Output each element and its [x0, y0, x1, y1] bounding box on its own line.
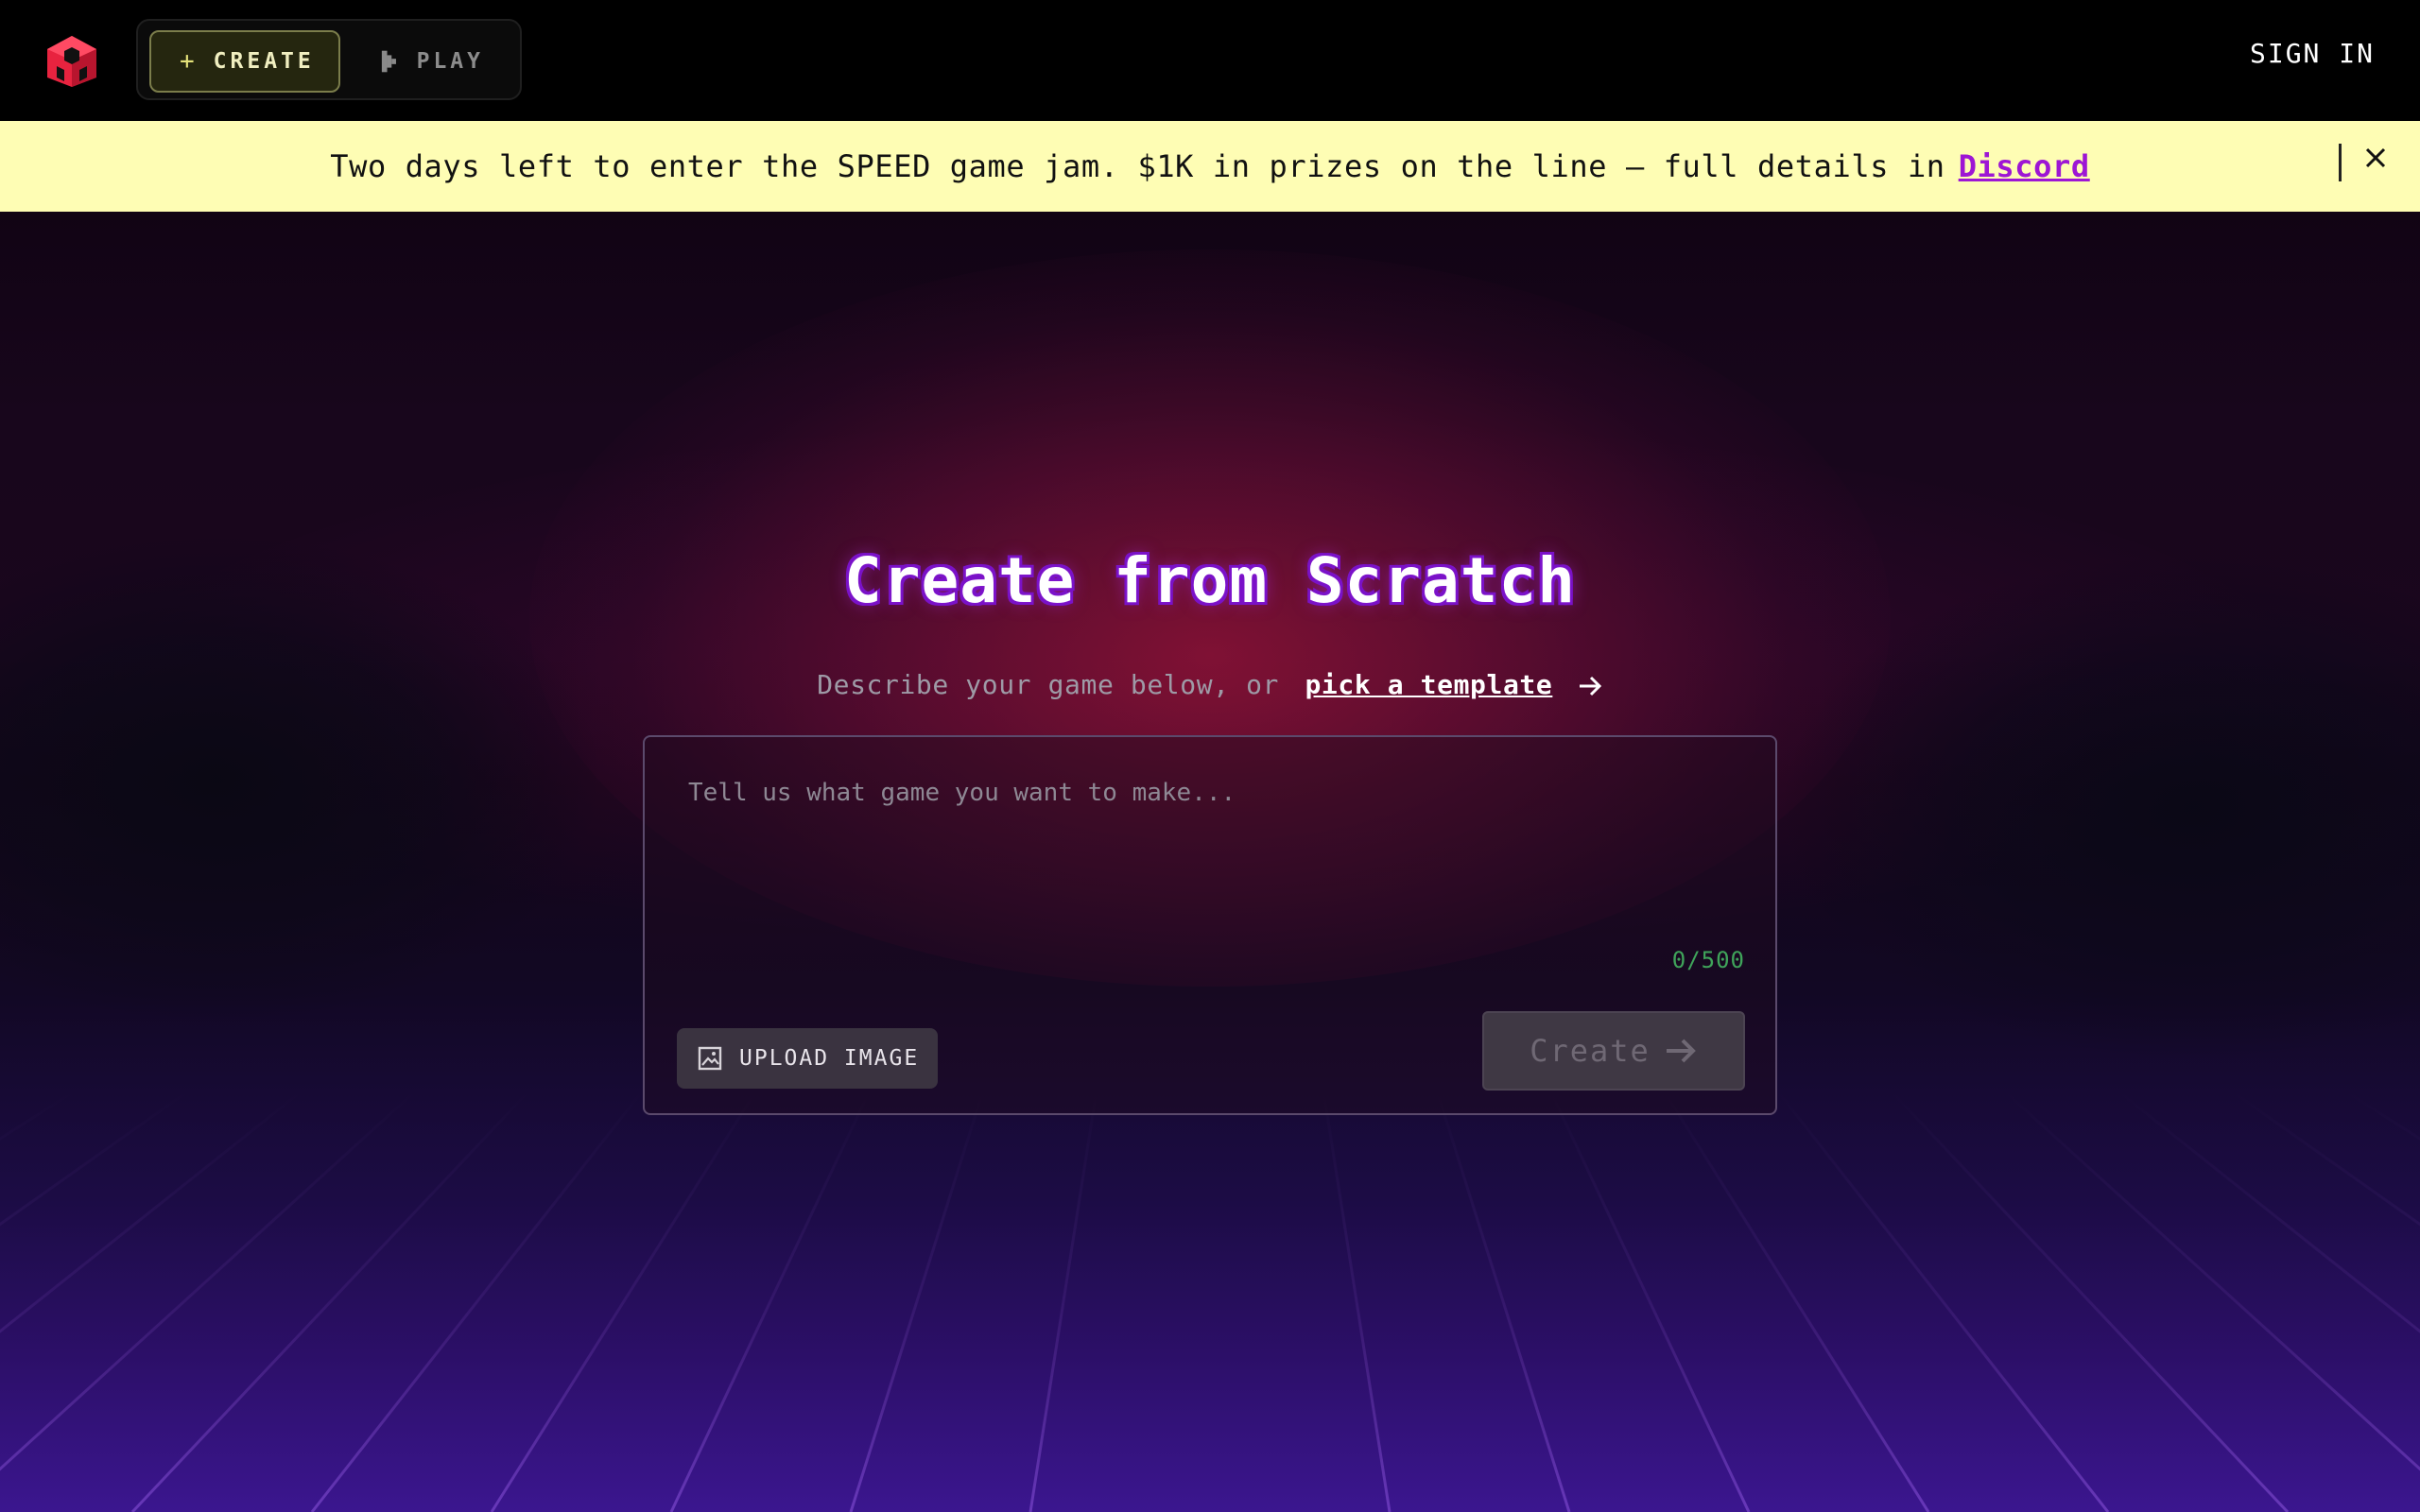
hero-section: Create from Scratch Describe your game b…	[0, 212, 2420, 1512]
banner-divider	[2339, 144, 2342, 181]
play-tab[interactable]: PLAY	[352, 30, 512, 93]
game-prompt-card: 0/500 UPLOAD IMAGE Create	[643, 735, 1777, 1115]
create-tab-label: CREATE	[213, 49, 315, 74]
plus-crosshair-icon: +	[180, 47, 199, 76]
create-game-button[interactable]: Create	[1482, 1011, 1745, 1091]
page-subtitle: Describe your game below, or pick a temp…	[0, 669, 2420, 700]
game-description-input[interactable]	[688, 779, 1728, 949]
create-game-label: Create	[1530, 1033, 1651, 1069]
arrow-right-icon	[1666, 1039, 1696, 1063]
upload-image-label: UPLOAD IMAGE	[739, 1046, 920, 1071]
discord-link[interactable]: Discord	[1959, 148, 2090, 184]
page-title: Create from Scratch	[844, 544, 1576, 617]
close-icon[interactable]	[2360, 142, 2392, 174]
mode-switch: + CREATE PLAY	[136, 19, 522, 100]
image-icon	[698, 1046, 722, 1071]
pick-template-link[interactable]: pick a template	[1305, 669, 1552, 700]
banner-text: Two days left to enter the SPEED game ja…	[330, 148, 1945, 184]
announcement-banner: Two days left to enter the SPEED game ja…	[0, 121, 2420, 212]
create-tab[interactable]: + CREATE	[149, 30, 340, 93]
play-tab-label: PLAY	[416, 49, 484, 74]
cube-logo-icon[interactable]	[43, 34, 100, 89]
banner-message: Two days left to enter the SPEED game ja…	[330, 148, 2090, 184]
top-nav: + CREATE PLAY SIGN IN	[0, 0, 2420, 121]
sign-in-button[interactable]: SIGN IN	[2250, 38, 2375, 69]
character-counter: 0/500	[1671, 947, 1745, 973]
subtitle-text: Describe your game below, or	[817, 669, 1279, 700]
upload-image-button[interactable]: UPLOAD IMAGE	[677, 1028, 938, 1089]
play-icon	[381, 50, 396, 73]
arrow-right-icon[interactable]	[1577, 673, 1603, 699]
